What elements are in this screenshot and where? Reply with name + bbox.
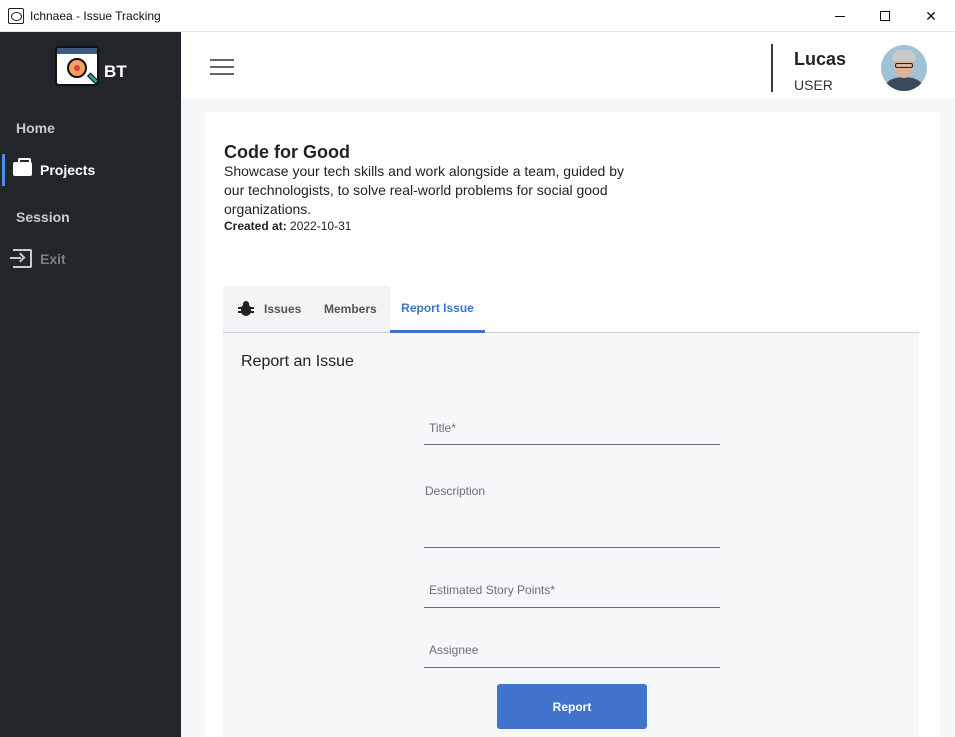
maximize-icon (880, 11, 890, 21)
user-role: USER (794, 77, 833, 93)
maximize-button[interactable] (862, 0, 908, 32)
exit-icon (10, 249, 32, 268)
sidebar-item-exit[interactable]: Exit (0, 241, 181, 277)
avatar[interactable] (881, 45, 927, 91)
sidebar: BT Home Projects Session Exit (0, 32, 181, 737)
close-icon: ✕ (925, 7, 937, 24)
form-heading: Report an Issue (241, 353, 354, 370)
project-title: Code for Good (224, 142, 350, 162)
active-indicator (2, 154, 5, 186)
bug-icon (237, 300, 255, 318)
title-field[interactable]: Title* (424, 401, 720, 445)
app-icon (8, 8, 24, 24)
project-tabs: Issues Members Report Issue (223, 286, 919, 333)
sidebar-item-label: Home (16, 120, 55, 136)
title-field-label: Title* (429, 421, 456, 435)
report-button[interactable]: Report (497, 684, 647, 729)
minimize-button[interactable] (817, 0, 863, 32)
description-field-label: Description (425, 484, 486, 498)
user-name: Lucas (794, 49, 847, 69)
project-card: Code for Good Showcase your tech skills … (205, 112, 940, 737)
project-description: Showcase your tech skills and work along… (224, 163, 624, 217)
created-value: 2022-10-31 (290, 219, 352, 233)
sidebar-item-label: Session (16, 209, 70, 225)
window-title: Ichnaea - Issue Tracking (30, 9, 161, 23)
tab-label: Members (324, 302, 377, 316)
created-label: Created at: (224, 219, 287, 233)
project-created-at: Created at: 2022-10-31 (224, 219, 351, 233)
briefcase-icon (13, 158, 32, 176)
top-header: Lucas USER (181, 32, 955, 98)
report-issue-form: Report an Issue Title* Description Estim… (223, 333, 919, 737)
window-titlebar: Ichnaea - Issue Tracking ✕ (0, 0, 955, 32)
tab-members[interactable]: Members (324, 286, 377, 332)
story-points-field-label: Estimated Story Points* (429, 583, 556, 597)
close-button[interactable]: ✕ (908, 0, 954, 32)
sidebar-item-projects[interactable]: Projects (0, 152, 181, 188)
description-field[interactable]: Description (424, 465, 720, 548)
tab-issues[interactable]: Issues (237, 286, 301, 332)
sidebar-item-label: Projects (40, 162, 96, 178)
bug-tracker-logo-icon (55, 46, 101, 90)
assignee-field[interactable]: Assignee (424, 624, 720, 668)
sidebar-item-label: Exit (40, 251, 66, 267)
sidebar-item-session[interactable]: Session (0, 199, 181, 235)
sidebar-item-home[interactable]: Home (0, 110, 181, 146)
story-points-field[interactable]: Estimated Story Points* (424, 564, 720, 608)
assignee-field-label: Assignee (429, 643, 479, 657)
tab-label: Report Issue (401, 301, 474, 315)
menu-toggle-icon[interactable] (210, 59, 234, 75)
main-content: Code for Good Showcase your tech skills … (181, 98, 955, 737)
logo-text: BT (104, 62, 127, 81)
header-divider (771, 44, 773, 92)
tab-label: Issues (264, 302, 302, 316)
minimize-icon (835, 15, 845, 17)
tab-report-issue[interactable]: Report Issue (390, 286, 485, 333)
